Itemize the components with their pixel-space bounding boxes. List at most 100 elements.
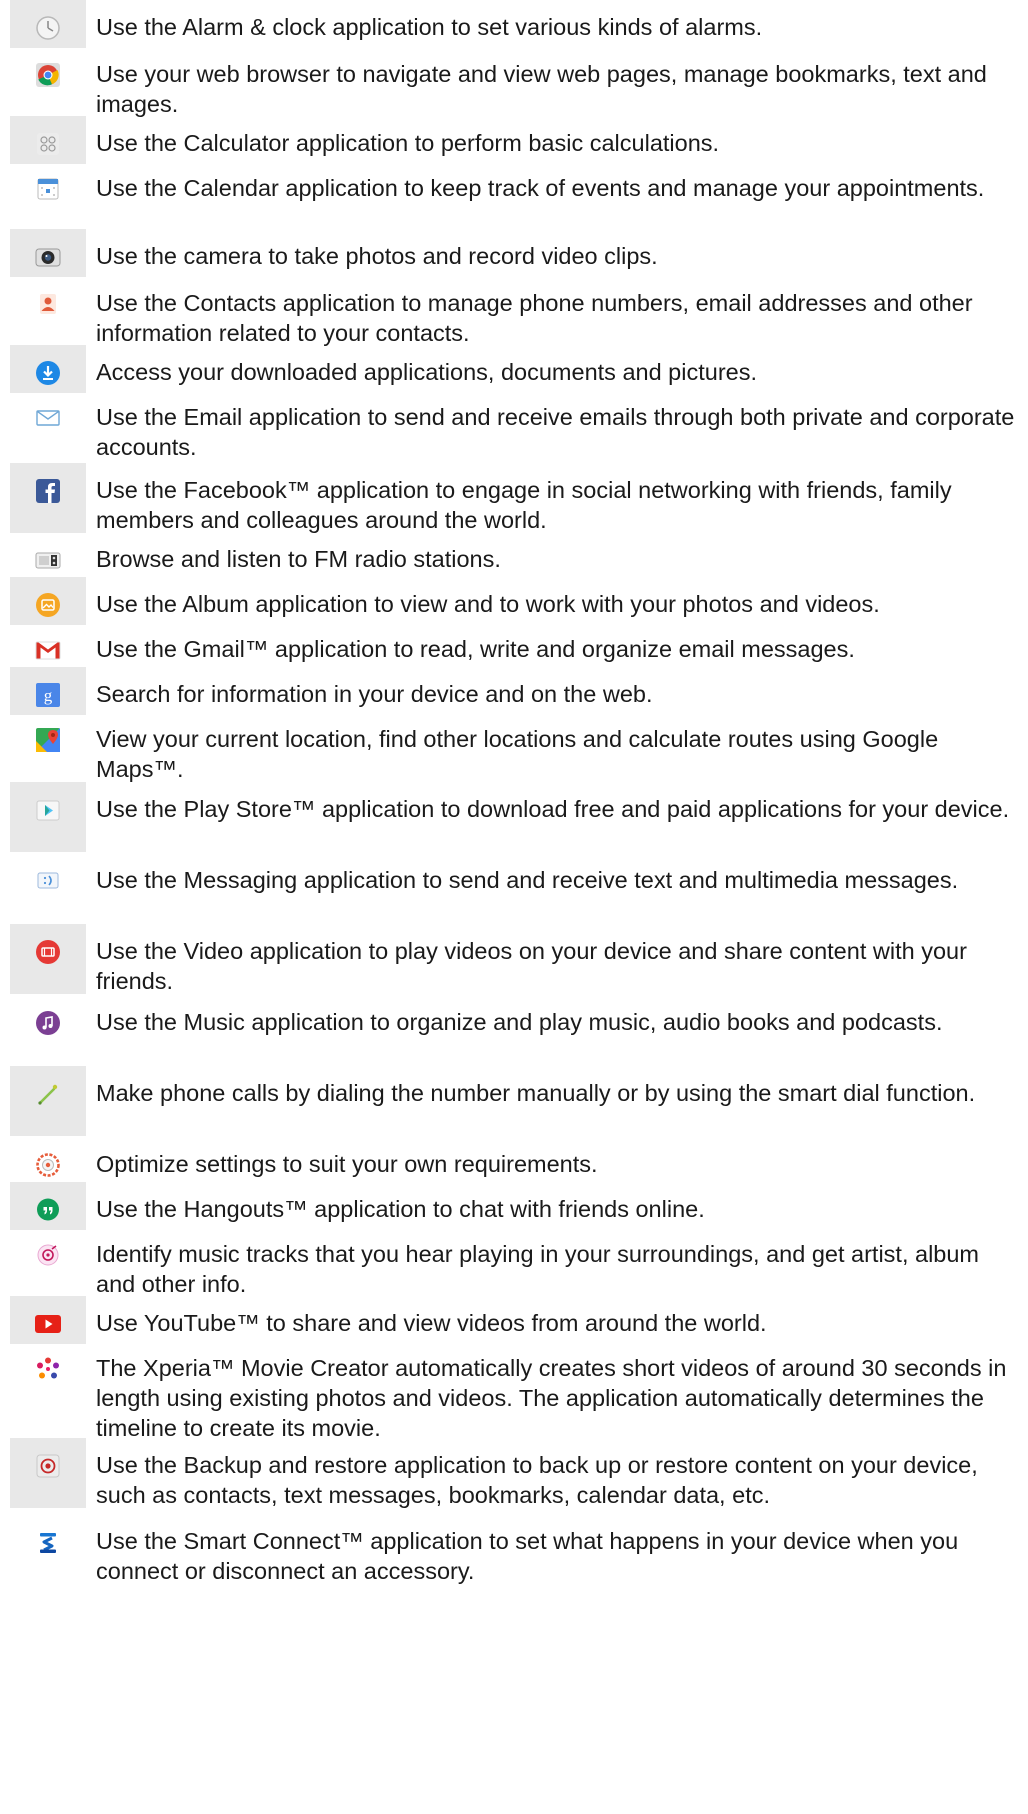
google-maps-icon [36, 728, 60, 752]
smart-connect-icon [40, 1533, 56, 1553]
facebook-icon [36, 479, 60, 503]
hangouts-icon [37, 1198, 59, 1221]
app-description: Browse and listen to FM radio stations. [96, 546, 501, 572]
icon-cell [10, 924, 86, 994]
youtube-icon [35, 1315, 61, 1333]
app-description: Use the Calendar application to keep tra… [96, 175, 985, 201]
app-description: Make phone calls by dialing the number m… [96, 1080, 976, 1106]
app-description: Use YouTube™ to share and view videos fr… [96, 1310, 767, 1336]
movie-creator-icon [37, 1357, 59, 1379]
app-list-item: Access your downloaded applications, doc… [0, 345, 1028, 393]
app-description: Use the Email application to send and re… [96, 404, 1015, 460]
app-description: Use the Messaging application to send an… [96, 867, 959, 893]
icon-cell [10, 1137, 86, 1185]
icon-cell [10, 1438, 86, 1508]
app-list-item: Use the Album application to view and to… [0, 577, 1028, 625]
app-list-item: Use the Music application to organize an… [0, 995, 1028, 1063]
app-description: Use the Album application to view and to… [96, 591, 880, 617]
email-icon [36, 410, 60, 426]
icon-cell [10, 345, 86, 393]
app-description: Use the Alarm & clock application to set… [96, 14, 763, 40]
app-list-item: Use the Contacts application to manage p… [0, 276, 1028, 346]
alarm-clock-icon [36, 16, 60, 40]
app-list-item: Use the Messaging application to send an… [0, 853, 1028, 921]
calendar-icon [37, 178, 59, 200]
icon-cell [10, 116, 86, 164]
icon-cell [10, 577, 86, 625]
icon-cell [10, 1182, 86, 1230]
app-description: Identify music tracks that you hear play… [96, 1241, 980, 1297]
app-list-item: Use the Facebook™ application to engage … [0, 463, 1028, 533]
app-description: Use the Music application to organize an… [96, 1009, 943, 1035]
app-list-item: Use the Smart Connect™ application to se… [0, 1514, 1028, 1584]
app-list-item: Use the Email application to send and re… [0, 390, 1028, 460]
app-list-item: View your current location, find other l… [0, 712, 1028, 782]
music-icon [36, 1011, 60, 1035]
app-description: Access your downloaded applications, doc… [96, 359, 757, 385]
icon-cell [10, 1227, 86, 1297]
icon-cell [10, 0, 86, 48]
app-list-item: Optimize settings to suit your own requi… [0, 1137, 1028, 1183]
app-list-item: Use the Calculator application to perfor… [0, 116, 1028, 164]
icon-cell [10, 995, 86, 1065]
icon-cell [10, 1341, 86, 1443]
icon-cell [10, 853, 86, 923]
app-list-item: Use the Gmail™ application to read, writ… [0, 622, 1028, 668]
contacts-icon [40, 294, 56, 314]
settings-icon [36, 1153, 60, 1177]
fm-radio-icon [35, 552, 61, 569]
messaging-icon [37, 872, 59, 889]
app-description: Use the Gmail™ application to read, writ… [96, 636, 855, 662]
icon-cell [10, 229, 86, 277]
app-description: Use the Backup and restore application t… [96, 1452, 978, 1508]
app-list-item: Use the Backup and restore application t… [0, 1438, 1028, 1508]
downloads-icon [36, 361, 60, 385]
app-list-item: Use the Alarm & clock application to set… [0, 0, 1028, 48]
gmail-icon [35, 641, 61, 660]
icon-cell [10, 390, 86, 460]
track-id-icon [37, 1244, 59, 1266]
icon-cell [10, 1066, 86, 1136]
icon-cell [10, 532, 86, 580]
calculator-icon [37, 133, 59, 155]
app-list-item: Use the Calendar application to keep tra… [0, 161, 1028, 229]
app-list-item: Use YouTube™ to share and view videos fr… [0, 1296, 1028, 1344]
app-list-item: Use the camera to take photos and record… [0, 229, 1028, 277]
app-description: Use the Play Store™ application to downl… [96, 796, 1010, 822]
backup-restore-icon [36, 1454, 60, 1478]
icon-cell [10, 1296, 86, 1344]
icon-cell [10, 622, 86, 670]
app-description: Use your web browser to navigate and vie… [96, 61, 987, 117]
icon-cell [10, 47, 86, 117]
app-description: Optimize settings to suit your own requi… [96, 1151, 598, 1177]
icon-cell [10, 276, 86, 346]
app-description: The Xperia™ Movie Creator automatically … [96, 1355, 1007, 1441]
app-description: Use the Calculator application to perfor… [96, 130, 720, 156]
icon-cell [10, 1514, 86, 1584]
app-list-item: Use the Play Store™ application to downl… [0, 782, 1028, 852]
app-description: Use the Video application to play videos… [96, 938, 967, 994]
icon-cell: g [10, 667, 86, 715]
app-description: Use the Smart Connect™ application to se… [96, 1528, 959, 1584]
camera-icon [35, 248, 61, 267]
icon-cell [10, 712, 86, 782]
app-list-item: Use your web browser to navigate and vie… [0, 47, 1028, 117]
app-list-item: Use the Hangouts™ application to chat wi… [0, 1182, 1028, 1230]
app-list-item: Make phone calls by dialing the number m… [0, 1066, 1028, 1136]
app-description: Use the Contacts application to manage p… [96, 290, 973, 346]
phone-icon [38, 1084, 58, 1105]
app-list-item: g Search for information in your device a… [0, 667, 1028, 715]
svg-text:g: g [44, 686, 53, 705]
app-description: Use the Facebook™ application to engage … [96, 477, 952, 533]
app-list-item: The Xperia™ Movie Creator automatically … [0, 1341, 1028, 1441]
icon-cell [10, 161, 86, 231]
album-icon [36, 593, 60, 617]
app-description: Search for information in your device an… [96, 681, 653, 707]
icon-cell [10, 463, 86, 533]
app-description: Use the camera to take photos and record… [96, 243, 658, 269]
video-icon [36, 940, 60, 964]
app-description: View your current location, find other l… [96, 726, 939, 782]
chrome-browser-icon [36, 63, 60, 87]
app-description: Use the Hangouts™ application to chat wi… [96, 1196, 705, 1222]
app-list-item: Use the Video application to play videos… [0, 924, 1028, 994]
